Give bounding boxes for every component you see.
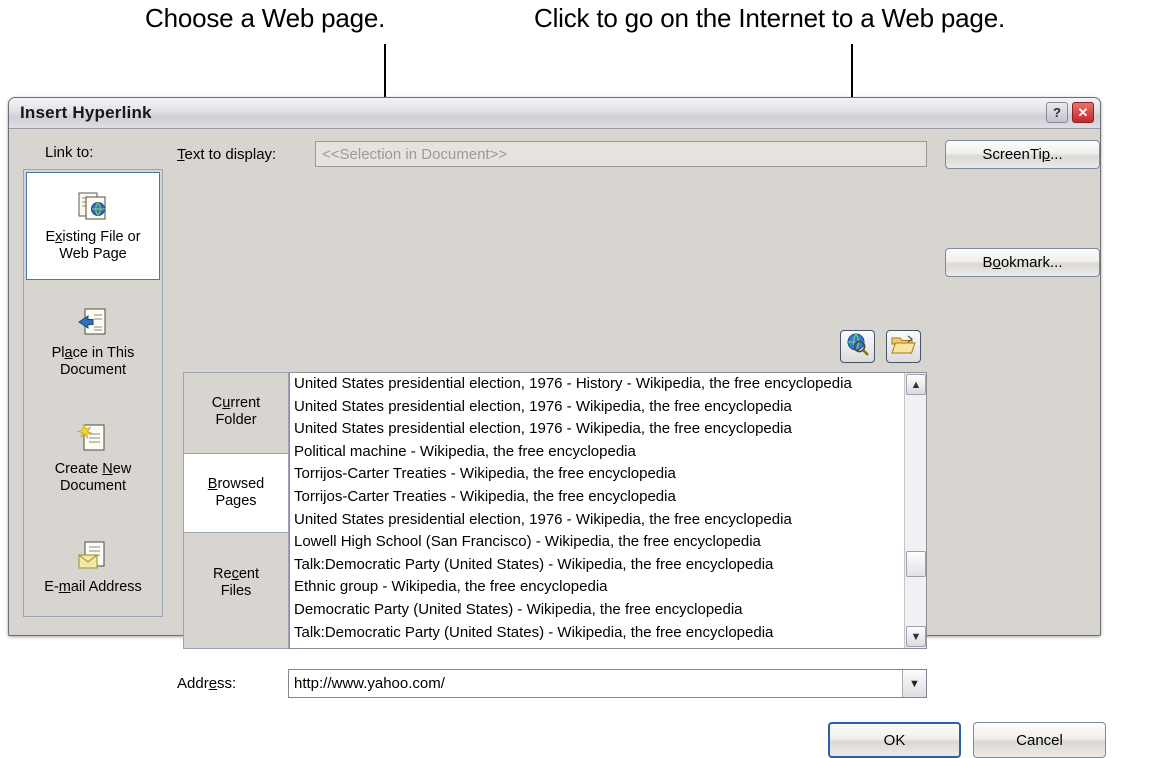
- link-to-item-email-address[interactable]: E-mail Address: [26, 520, 160, 615]
- tab-label: Browsed: [207, 476, 265, 493]
- browse-for-file-icon: [891, 333, 916, 361]
- list-item[interactable]: Torrijos-Carter Treaties - Wikipedia, th…: [290, 486, 903, 509]
- list-item[interactable]: Political machine - Wikipedia, the free …: [290, 441, 903, 464]
- source-tabs: Current Folder Browsed Pages Recent File…: [183, 372, 289, 649]
- list-item[interactable]: United States presidential election, 197…: [290, 509, 903, 532]
- list-item[interactable]: United States presidential election, 197…: [290, 396, 903, 419]
- document-globe-icon: [76, 190, 110, 227]
- link-to-item-label: Existing File or Web Page: [45, 228, 141, 262]
- tab-label: Recent: [213, 566, 259, 583]
- list-item[interactable]: Ethnic group - Wikipedia, the free encyc…: [290, 576, 903, 599]
- cancel-button-label: Cancel: [1016, 731, 1063, 749]
- bookmark-button-label: Bookmark...: [982, 254, 1063, 271]
- tab-current-folder[interactable]: Current Folder: [183, 373, 289, 451]
- new-document-icon: [76, 422, 110, 459]
- tab-recent-files[interactable]: Recent Files: [183, 543, 289, 623]
- ok-button[interactable]: OK: [828, 722, 961, 758]
- help-icon[interactable]: ?: [1046, 102, 1068, 123]
- titlebar-button-group: ? ✕: [1046, 102, 1094, 123]
- close-icon[interactable]: ✕: [1072, 102, 1094, 123]
- text-to-display-value: <<Selection in Document>>: [322, 145, 508, 163]
- link-to-item-existing-file-or-web-page[interactable]: Existing File or Web Page: [26, 172, 160, 280]
- link-to-item-label: Create New Document: [54, 460, 132, 494]
- link-to-item-place-in-this-document[interactable]: Place in This Document: [26, 288, 160, 396]
- link-to-item-label: Place in This Document: [51, 344, 135, 378]
- list-item[interactable]: Talk:Democratic Party (United States) - …: [290, 554, 903, 577]
- list-item[interactable]: Talk:Democratic Party (United States) - …: [290, 622, 903, 645]
- list-item[interactable]: Lowell High School (San Francisco) - Wik…: [290, 531, 903, 554]
- tab-browsed-pages[interactable]: Browsed Pages: [183, 453, 289, 533]
- dialog-titlebar[interactable]: Insert Hyperlink ? ✕: [9, 98, 1100, 129]
- chevron-down-icon[interactable]: ▼: [902, 670, 926, 697]
- tab-label-2: Files: [220, 583, 252, 599]
- link-to-item-label: E-mail Address: [44, 578, 142, 595]
- address-input[interactable]: http://www.yahoo.com/ ▼: [288, 669, 927, 698]
- scroll-up-icon[interactable]: ▲: [906, 374, 926, 395]
- address-label: Address:: [177, 675, 237, 692]
- listbox-items: United States presidential election, 197…: [290, 373, 903, 644]
- link-to-item-create-new-document[interactable]: Create New Document: [26, 404, 160, 512]
- bookmark-button[interactable]: Bookmark...: [945, 248, 1100, 277]
- scroll-down-icon[interactable]: ▼: [906, 626, 926, 647]
- text-to-display-label: Text to display:: [177, 146, 277, 163]
- text-to-display-input[interactable]: <<Selection in Document>>: [315, 141, 927, 167]
- tab-label-2: Folder: [215, 412, 257, 428]
- list-item[interactable]: United States presidential election, 197…: [290, 373, 903, 396]
- tab-label: Current: [211, 395, 261, 412]
- browse-the-web-icon: [845, 332, 870, 362]
- screentip-button-label: ScreenTip...: [982, 146, 1063, 163]
- scrollbar-thumb[interactable]: [906, 551, 926, 577]
- document-envelope-icon: [76, 540, 110, 577]
- annotation-click-internet: Click to go on the Internet to a Web pag…: [534, 3, 1005, 33]
- tab-label-2: Pages: [215, 493, 257, 509]
- browse-the-web-button[interactable]: [840, 330, 875, 363]
- list-item[interactable]: United States presidential election, 197…: [290, 418, 903, 441]
- listbox-scrollbar[interactable]: ▲ ▼: [904, 373, 926, 648]
- list-item[interactable]: Democratic Party (United States) - Wikip…: [290, 599, 903, 622]
- browse-for-file-button[interactable]: [886, 330, 921, 363]
- link-target-listbox[interactable]: United States presidential election, 197…: [289, 372, 927, 649]
- dialog-title: Insert Hyperlink: [20, 103, 152, 122]
- screentip-button[interactable]: ScreenTip...: [945, 140, 1100, 169]
- link-to-label: Link to:: [45, 144, 94, 161]
- list-item[interactable]: Torrijos-Carter Treaties - Wikipedia, th…: [290, 463, 903, 486]
- ok-button-label: OK: [883, 731, 906, 749]
- document-arrow-icon: [76, 306, 110, 343]
- insert-hyperlink-dialog: Insert Hyperlink ? ✕ Link to: Existing F…: [8, 97, 1106, 758]
- link-to-panel: Existing File or Web Page Place in This Do…: [23, 169, 163, 617]
- address-value: http://www.yahoo.com/: [294, 675, 445, 692]
- dialog-body: Link to: Existing File or Web Page Place…: [9, 129, 1106, 758]
- annotation-choose-web-page: Choose a Web page.: [145, 3, 386, 33]
- cancel-button[interactable]: Cancel: [973, 722, 1106, 758]
